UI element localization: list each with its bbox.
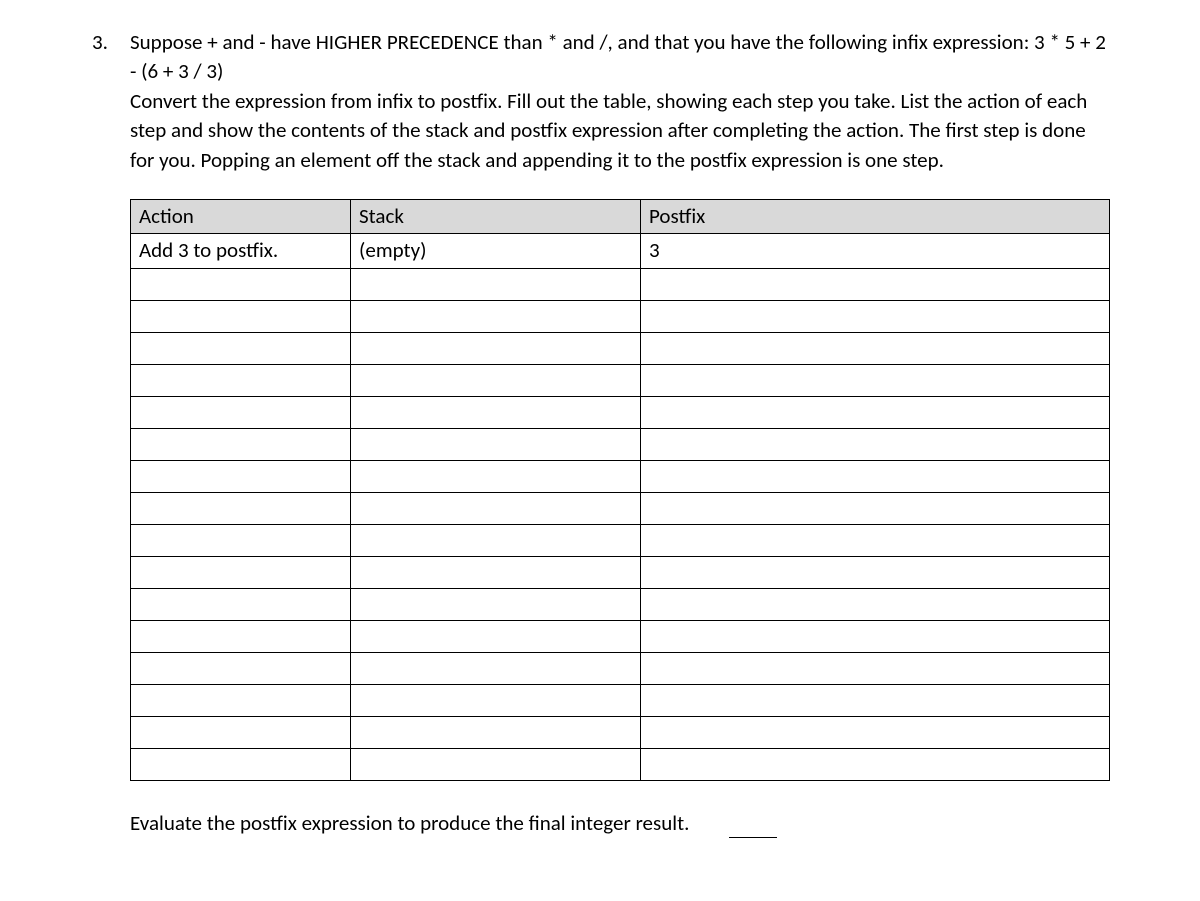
cell-postfix bbox=[641, 588, 1110, 620]
cell-postfix bbox=[641, 652, 1110, 684]
cell-stack bbox=[351, 396, 641, 428]
cell-postfix bbox=[641, 492, 1110, 524]
cell-action bbox=[131, 428, 351, 460]
cell-postfix bbox=[641, 524, 1110, 556]
table-row bbox=[131, 524, 1110, 556]
cell-action bbox=[131, 492, 351, 524]
table-row bbox=[131, 396, 1110, 428]
cell-action bbox=[131, 684, 351, 716]
cell-action bbox=[131, 364, 351, 396]
cell-action bbox=[131, 716, 351, 748]
question-text-wrapper: Suppose + and - have HIGHER PRECEDENCE t… bbox=[130, 28, 1110, 175]
cell-stack bbox=[351, 684, 641, 716]
cell-postfix bbox=[641, 364, 1110, 396]
cell-postfix bbox=[641, 268, 1110, 300]
table-row bbox=[131, 556, 1110, 588]
table-row bbox=[131, 364, 1110, 396]
cell-action bbox=[131, 460, 351, 492]
table-row bbox=[131, 460, 1110, 492]
table-row bbox=[131, 620, 1110, 652]
table-row: Add 3 to postfix.(empty)3 bbox=[131, 234, 1110, 268]
table-row bbox=[131, 300, 1110, 332]
cell-action bbox=[131, 524, 351, 556]
cell-action bbox=[131, 268, 351, 300]
cell-action bbox=[131, 620, 351, 652]
conversion-table: Action Stack Postfix Add 3 to postfix.(e… bbox=[130, 199, 1110, 781]
cell-postfix: 3 bbox=[641, 234, 1110, 268]
question-block: 3. Suppose + and - have HIGHER PRECEDENC… bbox=[90, 28, 1110, 175]
header-stack: Stack bbox=[351, 199, 641, 233]
table-row bbox=[131, 684, 1110, 716]
table-row bbox=[131, 748, 1110, 780]
cell-action bbox=[131, 300, 351, 332]
table-row bbox=[131, 428, 1110, 460]
cell-action: Add 3 to postfix. bbox=[131, 234, 351, 268]
cell-stack bbox=[351, 460, 641, 492]
cell-stack bbox=[351, 588, 641, 620]
cell-postfix bbox=[641, 684, 1110, 716]
cell-stack bbox=[351, 748, 641, 780]
cell-stack bbox=[351, 556, 641, 588]
cell-postfix bbox=[641, 716, 1110, 748]
table-row bbox=[131, 492, 1110, 524]
question-instructions: Convert the expression from infix to pos… bbox=[130, 87, 1110, 175]
cell-action bbox=[131, 588, 351, 620]
cell-stack: (empty) bbox=[351, 234, 641, 268]
table-row bbox=[131, 716, 1110, 748]
cell-stack bbox=[351, 364, 641, 396]
evaluate-blank bbox=[729, 820, 777, 838]
cell-postfix bbox=[641, 620, 1110, 652]
header-action: Action bbox=[131, 199, 351, 233]
cell-postfix bbox=[641, 428, 1110, 460]
table-row bbox=[131, 332, 1110, 364]
cell-stack bbox=[351, 620, 641, 652]
cell-stack bbox=[351, 652, 641, 684]
cell-stack bbox=[351, 492, 641, 524]
evaluate-row: Evaluate the postfix expression to produ… bbox=[130, 809, 1110, 838]
cell-action bbox=[131, 332, 351, 364]
cell-stack bbox=[351, 332, 641, 364]
table-header-row: Action Stack Postfix bbox=[131, 199, 1110, 233]
table-row bbox=[131, 268, 1110, 300]
cell-action bbox=[131, 556, 351, 588]
header-postfix: Postfix bbox=[641, 199, 1110, 233]
cell-stack bbox=[351, 524, 641, 556]
cell-postfix bbox=[641, 460, 1110, 492]
cell-stack bbox=[351, 716, 641, 748]
cell-stack bbox=[351, 300, 641, 332]
cell-postfix bbox=[641, 556, 1110, 588]
table-row bbox=[131, 588, 1110, 620]
cell-postfix bbox=[641, 748, 1110, 780]
question-number: 3. bbox=[90, 28, 130, 175]
question-statement: Suppose + and - have HIGHER PRECEDENCE t… bbox=[130, 28, 1110, 87]
cell-postfix bbox=[641, 300, 1110, 332]
evaluate-text: Evaluate the postfix expression to produ… bbox=[130, 809, 689, 838]
cell-postfix bbox=[641, 332, 1110, 364]
content-area: Action Stack Postfix Add 3 to postfix.(e… bbox=[130, 199, 1110, 838]
cell-stack bbox=[351, 428, 641, 460]
cell-action bbox=[131, 652, 351, 684]
cell-postfix bbox=[641, 396, 1110, 428]
cell-action bbox=[131, 396, 351, 428]
table-row bbox=[131, 652, 1110, 684]
cell-stack bbox=[351, 268, 641, 300]
cell-action bbox=[131, 748, 351, 780]
